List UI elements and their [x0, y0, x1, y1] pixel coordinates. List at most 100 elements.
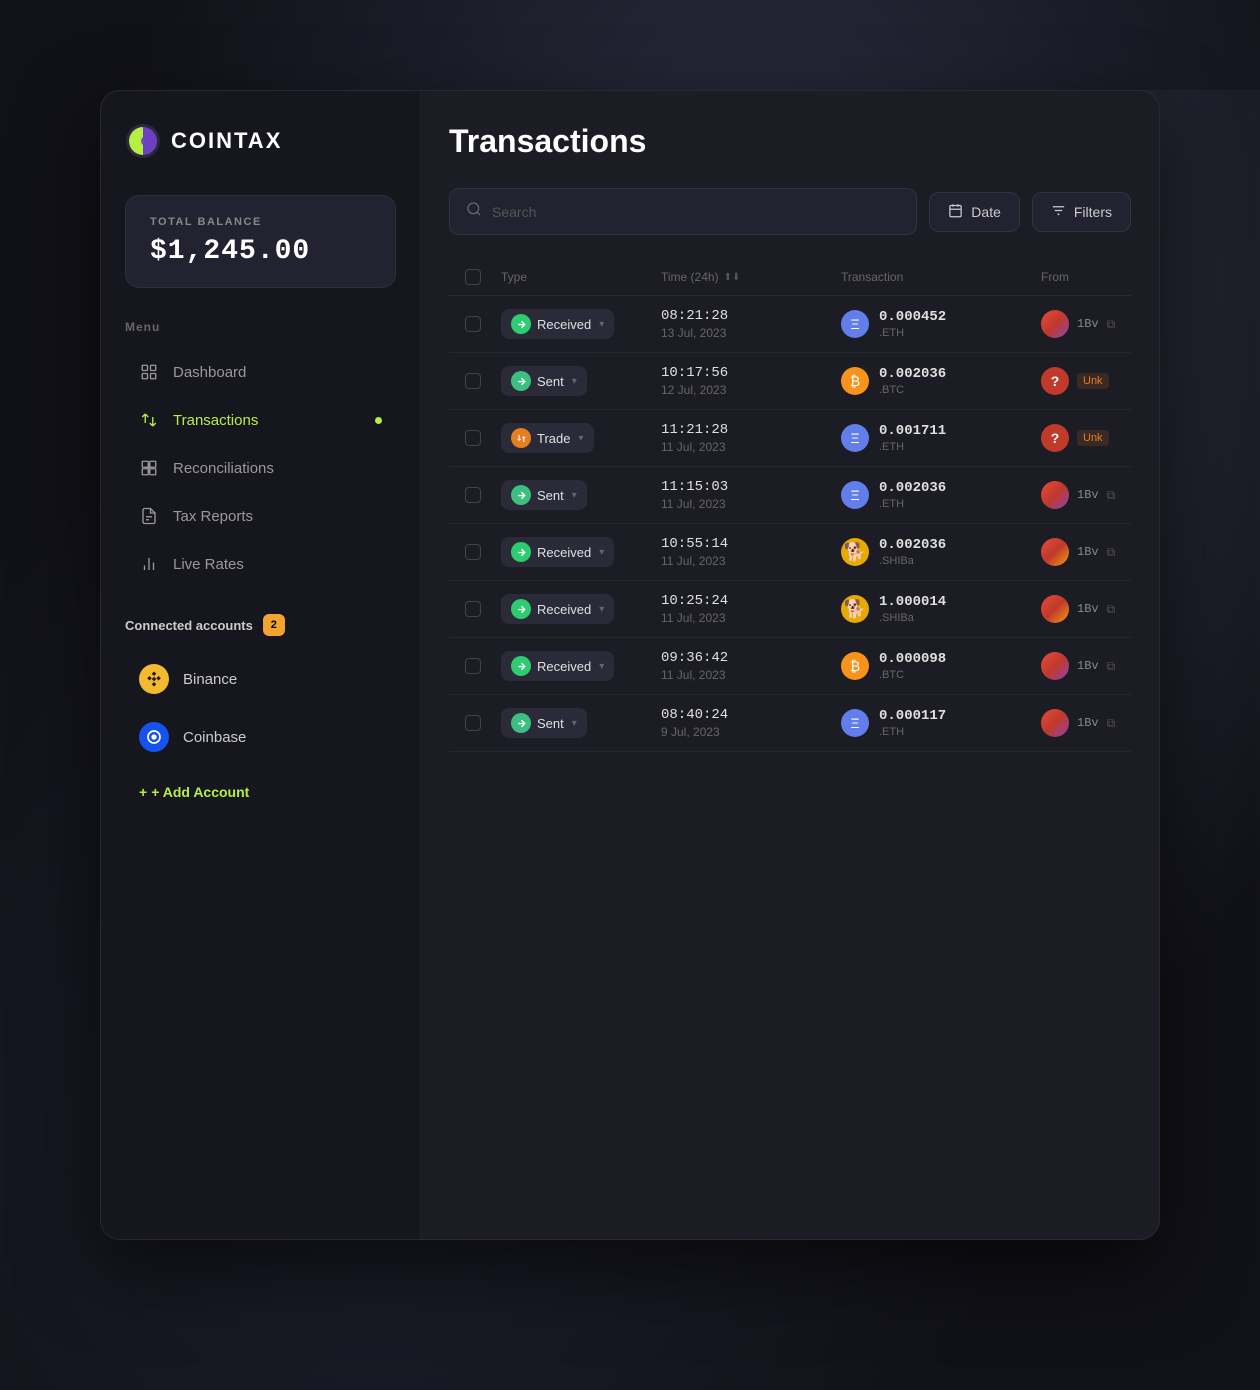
- row-checkbox[interactable]: [465, 658, 501, 674]
- row-checkbox[interactable]: [465, 544, 501, 560]
- btc-icon: ₿: [841, 652, 869, 680]
- row-transaction: Ξ 0.000117 .ETH: [841, 708, 1041, 738]
- unknown-avatar: ?: [1041, 424, 1069, 452]
- row-transaction: 🐕 0.002036 .SHIBa: [841, 537, 1041, 567]
- row-type: Sent ▾: [501, 708, 661, 738]
- row-from: 1Bv ⧉: [1041, 709, 1115, 737]
- copy-icon[interactable]: ⧉: [1107, 545, 1116, 560]
- nav-dashboard[interactable]: Dashboard: [125, 350, 396, 394]
- row-time: 10:55:14 11 Jul, 2023: [661, 536, 841, 568]
- from-avatar: [1041, 538, 1069, 566]
- header-checkbox: [465, 269, 501, 285]
- search-box[interactable]: Search: [449, 188, 917, 235]
- from-avatar: [1041, 595, 1069, 623]
- copy-icon[interactable]: ⧉: [1107, 659, 1116, 674]
- row-transaction: Ξ 0.000452 .ETH: [841, 309, 1041, 339]
- from-avatar: [1041, 481, 1069, 509]
- row-checkbox[interactable]: [465, 487, 501, 503]
- table-header: Type Time (24h) ⬆⬇ Transaction From: [449, 259, 1131, 296]
- transactions-label: Transactions: [173, 412, 258, 429]
- transactions-table: Type Time (24h) ⬆⬇ Transaction From: [449, 259, 1131, 752]
- date-button-label: Date: [971, 204, 1001, 220]
- type-label: Received: [537, 317, 591, 332]
- table-row: Received ▾ 10:25:24 11 Jul, 2023 🐕 1.000…: [449, 581, 1131, 638]
- received-type-icon: [511, 542, 531, 562]
- live-rates-icon: [139, 554, 159, 574]
- copy-icon[interactable]: ⧉: [1107, 317, 1116, 332]
- type-chevron[interactable]: ▾: [578, 433, 583, 444]
- from-avatar: [1041, 310, 1069, 338]
- row-type: Sent ▾: [501, 366, 661, 396]
- balance-card: TOTAL BALANCE $1,245.00: [125, 195, 396, 288]
- type-chevron[interactable]: ▾: [599, 319, 604, 330]
- balance-amount: $1,245.00: [150, 236, 371, 267]
- row-transaction: ₿ 0.000098 .BTC: [841, 651, 1041, 681]
- from-avatar: [1041, 652, 1069, 680]
- row-from: 1Bv ⧉: [1041, 595, 1115, 623]
- nav-tax-reports[interactable]: Tax Reports: [125, 494, 396, 538]
- table-row: Received ▾ 10:55:14 11 Jul, 2023 🐕 0.002…: [449, 524, 1131, 581]
- btc-icon: ₿: [841, 367, 869, 395]
- type-chevron[interactable]: ▾: [572, 490, 577, 501]
- table-row: Sent ▾ 11:15:03 11 Jul, 2023 Ξ 0.002036 …: [449, 467, 1131, 524]
- search-icon: [466, 201, 482, 222]
- header-from: From: [1041, 269, 1115, 285]
- eth-icon: Ξ: [841, 709, 869, 737]
- copy-icon[interactable]: ⧉: [1107, 488, 1116, 503]
- row-checkbox[interactable]: [465, 430, 501, 446]
- type-label: Received: [537, 602, 591, 617]
- search-placeholder: Search: [492, 204, 536, 220]
- filters-button-label: Filters: [1074, 204, 1112, 220]
- row-type: Received ▾: [501, 594, 661, 624]
- type-label: Sent: [537, 488, 564, 503]
- reconciliations-label: Reconciliations: [173, 460, 274, 477]
- type-chevron[interactable]: ▾: [572, 718, 577, 729]
- select-all-checkbox[interactable]: [465, 269, 481, 285]
- row-from: 1Bv ⧉: [1041, 481, 1115, 509]
- type-chevron[interactable]: ▾: [572, 376, 577, 387]
- nav-transactions[interactable]: Transactions: [125, 398, 396, 442]
- copy-icon[interactable]: ⧉: [1107, 602, 1116, 617]
- row-checkbox[interactable]: [465, 316, 501, 332]
- row-type: Received ▾: [501, 537, 661, 567]
- date-button[interactable]: Date: [929, 192, 1020, 232]
- binance-label: Binance: [183, 671, 237, 688]
- dashboard-icon: [139, 362, 159, 382]
- row-time: 11:21:28 11 Jul, 2023: [661, 422, 841, 454]
- type-chevron[interactable]: ▾: [599, 661, 604, 672]
- row-checkbox[interactable]: [465, 715, 501, 731]
- account-binance[interactable]: Binance: [125, 652, 396, 706]
- row-time: 11:15:03 11 Jul, 2023: [661, 479, 841, 511]
- page-title: Transactions: [449, 123, 1131, 160]
- table-row: Sent ▾ 10:17:56 12 Jul, 2023 ₿ 0.002036 …: [449, 353, 1131, 410]
- received-type-icon: [511, 599, 531, 619]
- unknown-avatar: ?: [1041, 367, 1069, 395]
- toolbar: Search Date: [449, 188, 1131, 235]
- type-chevron[interactable]: ▾: [599, 547, 604, 558]
- copy-icon[interactable]: ⧉: [1107, 716, 1116, 731]
- row-type: Received ▾: [501, 651, 661, 681]
- add-account-button[interactable]: + + Add Account: [125, 772, 396, 812]
- calendar-icon: [948, 203, 963, 221]
- logo-area: COINTAX: [125, 123, 396, 159]
- add-account-label: + Add Account: [151, 784, 249, 800]
- app-container: COINTAX TOTAL BALANCE $1,245.00 Menu Das…: [100, 90, 1160, 1240]
- header-time[interactable]: Time (24h) ⬆⬇: [661, 269, 841, 285]
- type-chevron[interactable]: ▾: [599, 604, 604, 615]
- type-label: Received: [537, 545, 591, 560]
- nav-live-rates[interactable]: Live Rates: [125, 542, 396, 586]
- menu-label: Menu: [125, 320, 396, 334]
- reconciliations-icon: [139, 458, 159, 478]
- row-checkbox[interactable]: [465, 601, 501, 617]
- coinbase-icon: [139, 722, 169, 752]
- sidebar: COINTAX TOTAL BALANCE $1,245.00 Menu Das…: [101, 91, 421, 1239]
- eth-icon: Ξ: [841, 424, 869, 452]
- row-from: 1Bv ⧉: [1041, 538, 1115, 566]
- row-type: Sent ▾: [501, 480, 661, 510]
- row-checkbox[interactable]: [465, 373, 501, 389]
- app-name: COINTAX: [171, 128, 282, 154]
- account-coinbase[interactable]: Coinbase: [125, 710, 396, 764]
- filters-button[interactable]: Filters: [1032, 192, 1131, 232]
- row-from: 1Bv ⧉: [1041, 310, 1115, 338]
- nav-reconciliations[interactable]: Reconciliations: [125, 446, 396, 490]
